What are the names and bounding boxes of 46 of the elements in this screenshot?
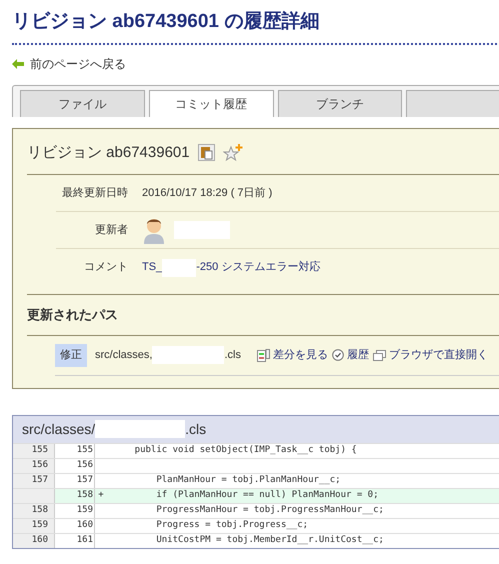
field-label: 更新者 — [94, 222, 129, 238]
line-number-cell: 155 — [13, 444, 55, 458]
line-number-cell: 158 — [13, 504, 55, 518]
comment-text: -250 システムエラー対応 — [196, 260, 320, 276]
redacted-block — [162, 258, 196, 276]
clipboard-icon[interactable] — [198, 144, 215, 162]
code-line: PlanManHour = tobj.PlanManHour__c; — [155, 474, 341, 486]
code-line: if (PlanManHour == null) PlanManHour = 0; — [155, 488, 379, 502]
star-plus-icon[interactable] — [222, 144, 243, 162]
code-line: Progress = tobj.Progress__c; — [155, 518, 308, 532]
field-label: コメント — [83, 260, 129, 276]
document-icon — [256, 348, 270, 362]
line-number-cell: 159 — [13, 518, 55, 532]
change-badge: 修正 — [55, 344, 87, 366]
added-marker: + — [98, 488, 104, 502]
action-link[interactable]: ブラウザで直接開く — [372, 347, 488, 364]
action-link[interactable]: 履歴 — [332, 347, 369, 364]
diff-file-name: src/classes/ — [22, 420, 96, 438]
section-heading: 更新されたパス — [27, 307, 118, 322]
file-path: src/classes, — [95, 348, 152, 363]
tab[interactable] — [406, 90, 499, 116]
tab[interactable]: ファイル — [20, 90, 145, 116]
tab[interactable]: コミット履歴 — [148, 90, 274, 116]
line-number-cell — [13, 488, 55, 502]
back-link[interactable]: 前のページへ戻る — [12, 54, 126, 72]
line-number-cell: 161 — [55, 534, 95, 548]
field-label: 最終更新日時 — [61, 186, 129, 201]
comment-text: TS_ — [142, 260, 162, 276]
line-number-cell: 157 — [13, 474, 55, 488]
clock-icon — [332, 349, 344, 362]
field-value: 2016/10/17 18:29 ( 7日前 ) — [142, 186, 272, 201]
windows-icon — [372, 350, 386, 361]
action-link[interactable]: 差分を見る — [256, 347, 328, 364]
avatar-icon — [142, 216, 166, 244]
code-line: ProgressManHour = tobj.ProgressManHour__c; — [155, 504, 384, 516]
code-line: public void setObject(IMP_Task__c tobj) { — [134, 444, 357, 456]
file-path: .cls — [224, 348, 241, 363]
page-title: リビジョン ab67439601 の履歴詳細 — [12, 10, 320, 34]
code-line: UnitCostPM = tobj.MemberId__r.UnitCost__c; — [155, 534, 384, 546]
diff-file-name: .cls — [185, 420, 206, 438]
revision-title: リビジョン ab67439601 — [27, 142, 190, 162]
line-number-cell: 160 — [13, 534, 55, 548]
tab[interactable]: ブランチ — [278, 90, 402, 116]
redacted-block — [174, 221, 230, 239]
line-number-cell: 156 — [13, 458, 55, 472]
left-arrow-icon — [12, 58, 24, 68]
